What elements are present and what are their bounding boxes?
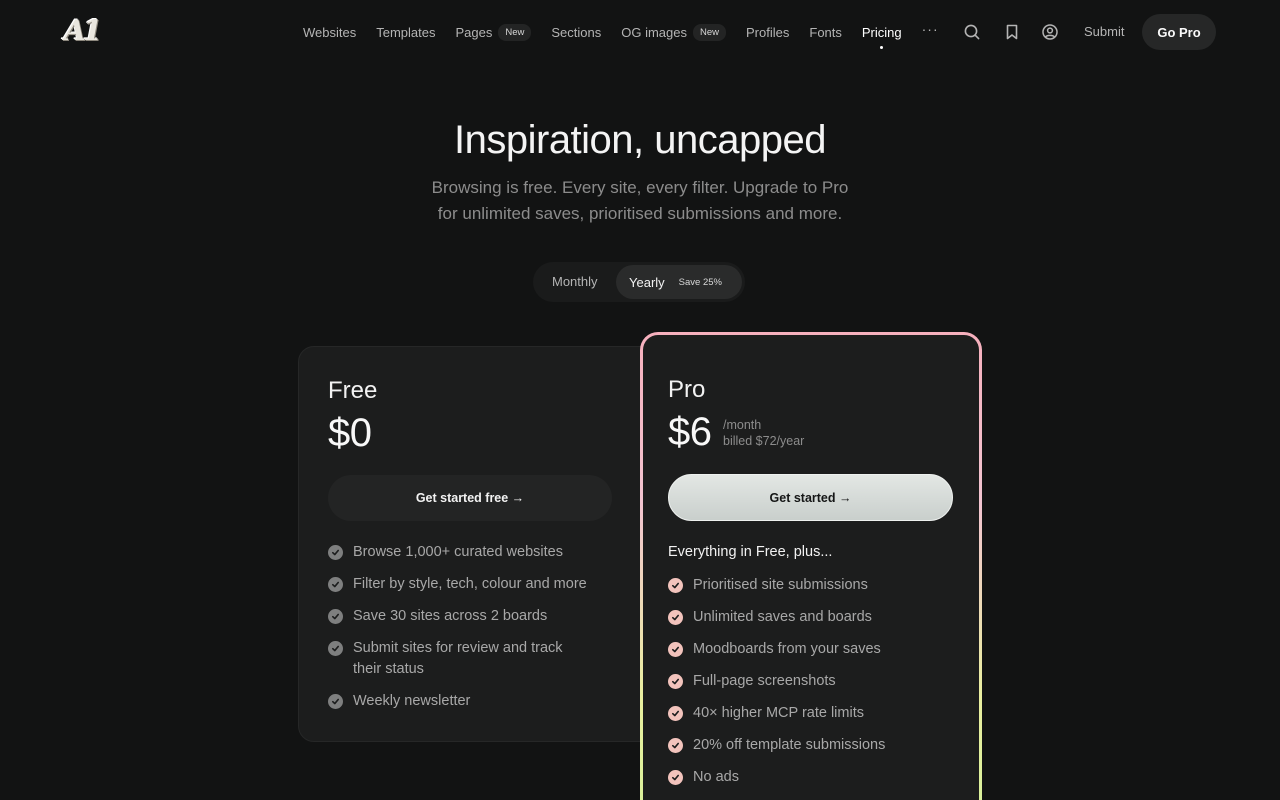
go-pro-button[interactable]: Go Pro xyxy=(1142,14,1216,50)
list-item: Moodboards from your saves xyxy=(668,639,958,660)
get-started-free-button[interactable]: Get started free → xyxy=(328,475,612,521)
page-title: Inspiration, uncapped xyxy=(454,118,827,162)
feature-text: Submit sites for review and track their … xyxy=(353,640,563,677)
hero-subtitle: Browsing is free. Every site, every filt… xyxy=(410,175,870,227)
feature-list: Prioritised site submissions Unlimited s… xyxy=(668,575,958,799)
price-period-text: /month xyxy=(723,418,762,432)
feature-text: Browse 1,000+ curated websites xyxy=(353,544,563,560)
check-icon xyxy=(668,738,683,753)
nav-links: Websites Templates Pages New Sections OG … xyxy=(303,0,939,64)
list-item: Unlimited saves and boards xyxy=(668,607,958,628)
billing-note: billed $72/year xyxy=(723,434,805,448)
check-icon xyxy=(668,610,683,625)
feature-text: Unlimited saves and boards xyxy=(693,609,872,625)
feature-text: Weekly newsletter xyxy=(353,693,471,709)
nav-link-profiles[interactable]: Profiles xyxy=(746,25,789,40)
new-badge: New xyxy=(693,23,727,41)
check-icon xyxy=(668,578,683,593)
user-circle-icon[interactable] xyxy=(1041,23,1059,41)
nav-link-pages[interactable]: Pages New xyxy=(455,23,532,41)
feature-text: Full-page screenshots xyxy=(693,673,836,689)
plan-price: $0 xyxy=(328,411,372,455)
billing-option-yearly[interactable]: Yearly Save 25% xyxy=(616,265,742,299)
billing-option-monthly[interactable]: Monthly xyxy=(545,262,605,302)
nav-link-pricing[interactable]: Pricing xyxy=(861,24,902,49)
nav-link-label: Sections xyxy=(551,24,602,40)
bookmark-icon[interactable] xyxy=(1003,23,1021,41)
nav-link-label: Pricing xyxy=(861,24,902,40)
check-icon xyxy=(668,770,683,785)
nav-link-label: Pages xyxy=(455,24,493,40)
billing-toggle: Monthly Yearly Save 25% xyxy=(533,262,745,302)
feature-text: Filter by style, tech, colour and more xyxy=(353,576,587,592)
feature-text: 20% off template submissions xyxy=(693,737,886,753)
plan-card-free: Free $0 Get started free → Browse 1,000+… xyxy=(298,346,668,742)
feature-text: Prioritised site submissions xyxy=(693,577,868,593)
nav-link-sections[interactable]: Sections xyxy=(551,25,601,40)
plan-card-pro: Pro $6 /month billed $72/year Get starte… xyxy=(640,332,982,800)
list-item: Full-page screenshots xyxy=(668,671,958,692)
list-item: Submit sites for review and track their … xyxy=(328,638,598,680)
billing-option-label: Yearly xyxy=(629,274,665,290)
plan-name: Pro xyxy=(668,376,706,403)
save-badge: Save 25% xyxy=(678,276,722,288)
search-icon[interactable] xyxy=(963,23,981,41)
check-icon xyxy=(328,577,343,592)
list-item: 20% off template submissions xyxy=(668,735,958,756)
logo[interactable]: A1 xyxy=(64,14,106,48)
list-item: No ads xyxy=(668,767,958,788)
nav-link-templates[interactable]: Templates xyxy=(376,25,435,40)
plan-card-pro-inner: Pro $6 /month billed $72/year Get starte… xyxy=(643,335,979,800)
list-item: Browse 1,000+ curated websites xyxy=(328,542,598,563)
more-menu-button[interactable]: ··· xyxy=(922,21,939,37)
new-badge: New xyxy=(498,23,532,41)
feature-text: 40× higher MCP rate limits xyxy=(693,705,864,721)
check-icon xyxy=(328,641,343,656)
nav-link-label: Profiles xyxy=(746,24,790,40)
nav-link-websites[interactable]: Websites xyxy=(303,25,356,40)
feature-list: Browse 1,000+ curated websites Filter by… xyxy=(328,542,598,723)
nav-link-og-images[interactable]: OG images New xyxy=(621,23,727,41)
check-icon xyxy=(668,674,683,689)
hero-subtitle-line: Browsing is free. Every site, every filt… xyxy=(431,178,849,197)
feature-text: Save 30 sites across 2 boards xyxy=(353,608,548,624)
plan-name: Free xyxy=(328,377,378,404)
nav-link-fonts[interactable]: Fonts xyxy=(809,25,842,40)
nav-link-label: OG images xyxy=(621,24,687,40)
check-icon xyxy=(328,545,343,560)
feature-text: Moodboards from your saves xyxy=(693,641,881,657)
features-heading: Everything in Free, plus... xyxy=(668,544,833,560)
list-item: Filter by style, tech, colour and more xyxy=(328,574,598,595)
top-nav: A1 Websites Templates Pages New Sections … xyxy=(0,0,1280,64)
list-item: 40× higher MCP rate limits xyxy=(668,703,958,724)
check-icon xyxy=(668,706,683,721)
list-item: Prioritised site submissions xyxy=(668,575,958,596)
plan-price: $6 xyxy=(668,410,712,454)
check-icon xyxy=(668,642,683,657)
check-icon xyxy=(328,609,343,624)
feature-text: No ads xyxy=(693,769,739,785)
submit-link[interactable]: Submit xyxy=(1084,24,1124,39)
price-period: /month billed $72/year xyxy=(723,417,804,449)
check-icon xyxy=(328,694,343,709)
hero-subtitle-line: for unlimited saves, prioritised submiss… xyxy=(437,204,843,223)
nav-link-label: Templates xyxy=(376,24,436,40)
nav-link-label: Websites xyxy=(303,24,357,40)
get-started-pro-button[interactable]: Get started → xyxy=(668,474,953,521)
nav-link-label: Fonts xyxy=(809,24,842,40)
list-item: Weekly newsletter xyxy=(328,691,598,712)
list-item: Save 30 sites across 2 boards xyxy=(328,606,598,627)
